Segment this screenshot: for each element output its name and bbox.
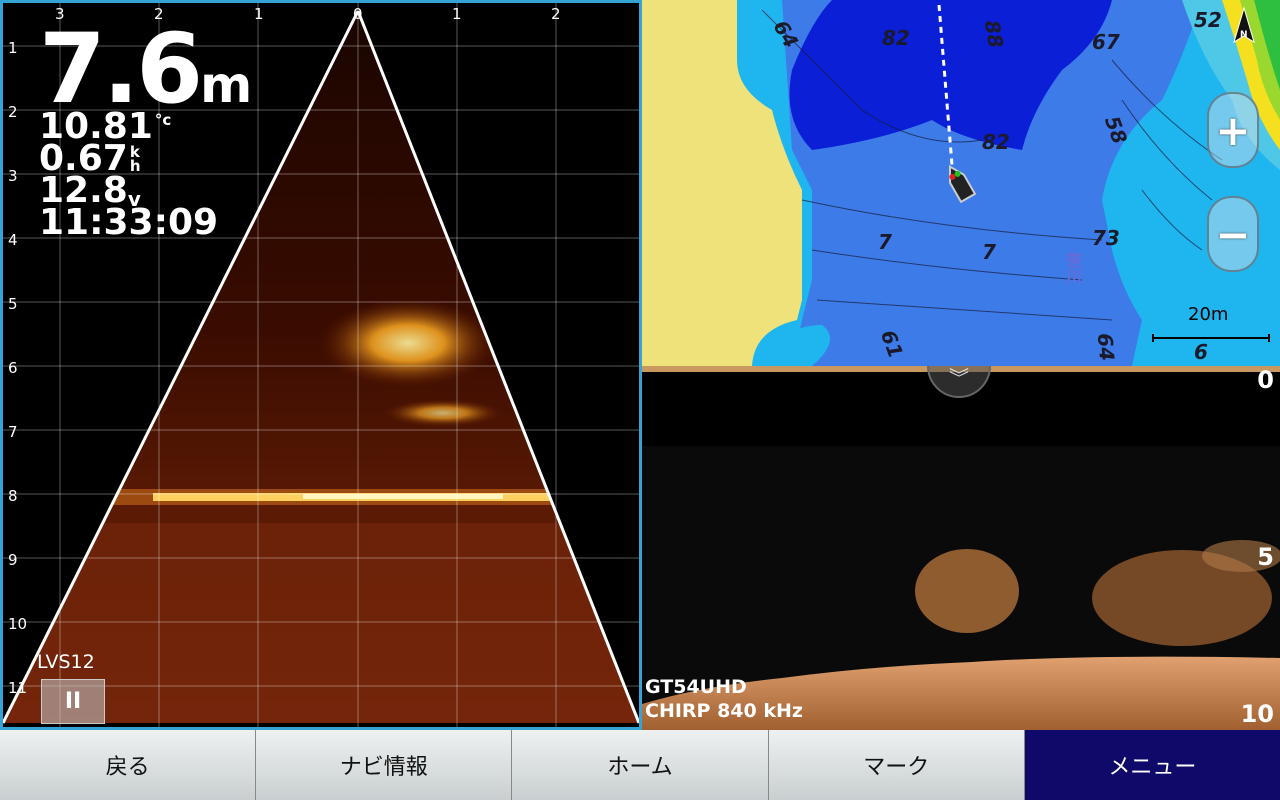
v-scale-tick: 9 (8, 551, 18, 569)
v-scale-tick: 3 (8, 167, 18, 185)
transducer-label: GT54UHD (645, 676, 747, 698)
contour-depth-label: 82 (882, 26, 910, 50)
contour-depth-label: 67 (1092, 30, 1120, 54)
v-scale-tick: 5 (8, 295, 18, 313)
home-button[interactable]: ホーム (511, 730, 768, 800)
contour-depth-label: 82 (982, 130, 1010, 154)
v-scale-tick: 4 (8, 231, 18, 249)
map-scale-label: 20m (1188, 304, 1229, 325)
contour-depth-label: 7 (982, 240, 996, 264)
chart-panel[interactable]: N 64 82 88 67 52 58 82 7 7 73 笹川 61 64 6… (642, 0, 1280, 366)
contour-depth-label: 73 (1092, 226, 1120, 250)
depth-unit: m (200, 56, 253, 114)
h-scale-tick: 1 (254, 5, 264, 23)
sonar-depth-scale-bottom: 10 (1240, 700, 1274, 728)
contour-map (737, 0, 1280, 366)
north-label: N (1240, 30, 1248, 40)
sonar-depth-scale-top: 0 (1257, 366, 1274, 394)
softkey-bar: 戻る ナビ情報 ホーム マーク メニュー (0, 730, 1280, 800)
zoom-in-button[interactable]: + (1207, 92, 1259, 168)
temperature-unit: °c (154, 111, 172, 129)
menu-button[interactable]: メニュー (1023, 730, 1280, 800)
livescope-panel[interactable]: 3 2 1 0 1 2 1 2 3 4 5 6 7 8 9 10 11 7.6m… (0, 0, 642, 730)
nav-info-button[interactable]: ナビ情報 (255, 730, 512, 800)
sonar-panel[interactable]: ︾ 0 5 10 GT54UHD CHIRP 840 kHz (642, 366, 1280, 730)
v-scale-tick: 7 (8, 423, 18, 441)
pause-button[interactable]: II (41, 679, 105, 724)
contour-depth-label: 64 (1092, 332, 1120, 362)
contour-depth-label: 6 (1194, 340, 1208, 364)
v-scale-tick: 2 (8, 103, 18, 121)
contour-depth-label: 52 (1194, 8, 1222, 32)
h-scale-tick: 1 (452, 5, 462, 23)
v-scale-tick: 6 (8, 359, 18, 377)
h-scale-tick: 2 (551, 5, 561, 23)
place-name-label: 笹川 (1063, 252, 1082, 284)
v-scale-tick: 10 (8, 615, 28, 633)
sonar-depth-scale-mid: 5 (1257, 543, 1274, 571)
mark-button[interactable]: マーク (767, 730, 1024, 800)
sonar-mode-label: LVS12 (37, 651, 95, 673)
speed-unit: kh (130, 145, 141, 174)
time-readout: 11:33:09 (39, 202, 219, 243)
v-scale-tick: 8 (8, 487, 18, 505)
h-scale-tick: 0 (353, 5, 363, 23)
contour-depth-label: 88 (979, 18, 1009, 50)
back-button[interactable]: 戻る (0, 730, 256, 800)
v-scale-tick: 1 (8, 39, 18, 57)
v-scale-tick: 11 (8, 679, 28, 697)
map-scale-bar (1152, 334, 1270, 342)
contour-depth-label: 7 (878, 230, 892, 254)
frequency-label: CHIRP 840 kHz (645, 700, 803, 722)
zoom-out-button[interactable]: − (1207, 196, 1259, 272)
depth-readout: 7.6m (39, 21, 252, 117)
